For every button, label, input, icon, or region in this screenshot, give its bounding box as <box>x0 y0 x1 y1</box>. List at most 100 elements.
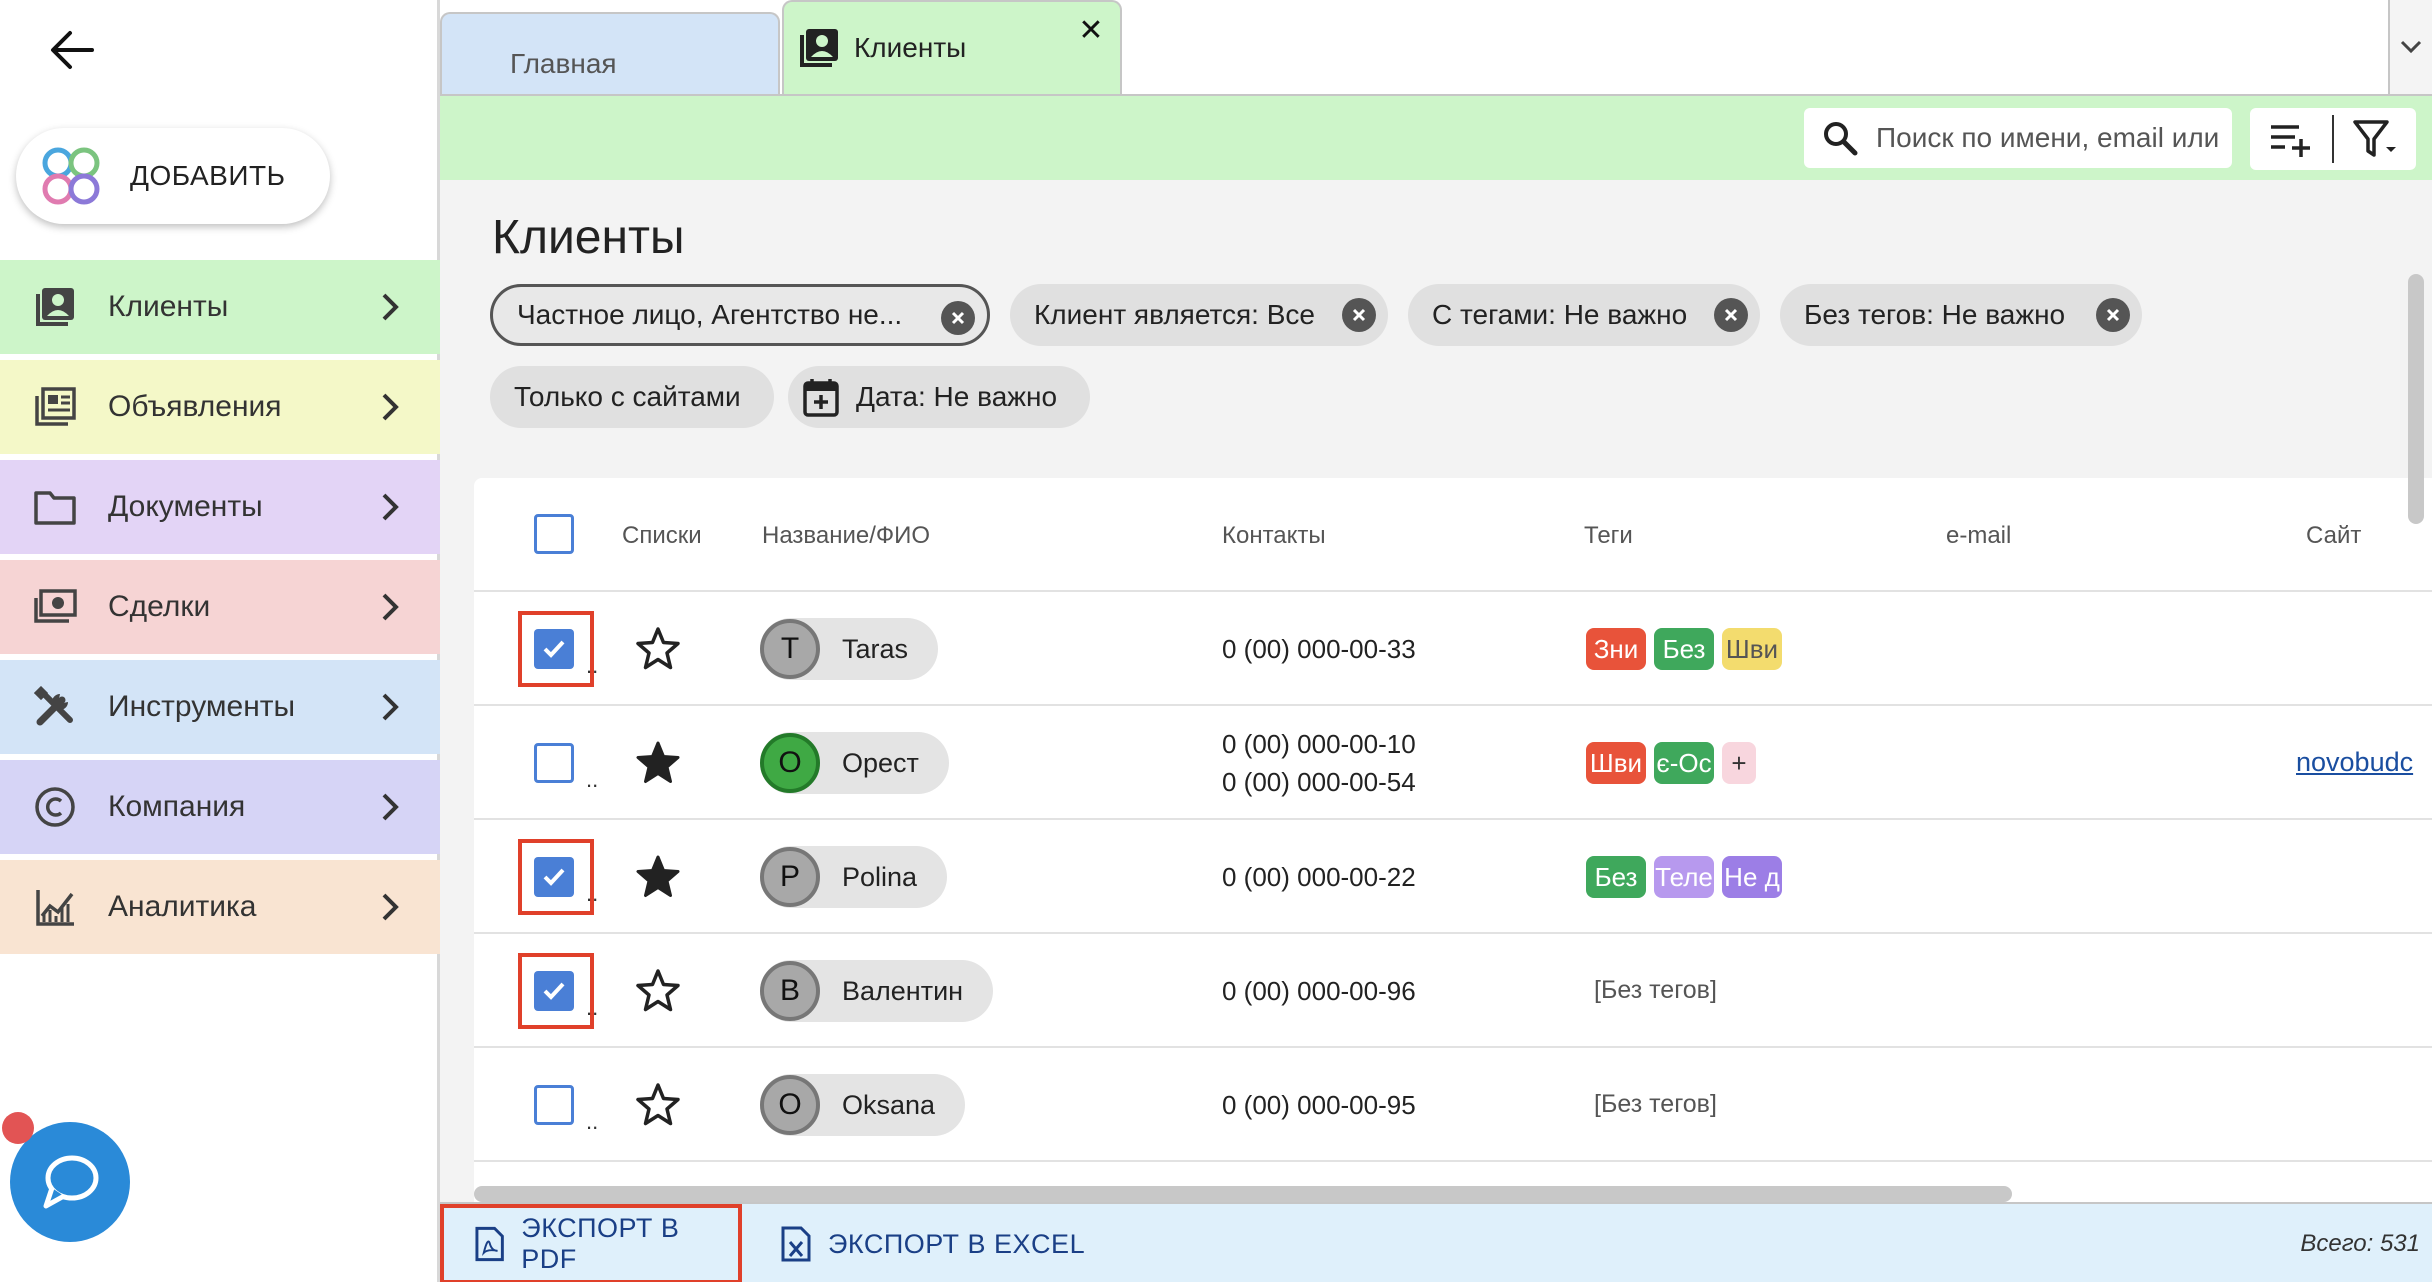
folder-icon <box>32 484 78 530</box>
filter-chip-without-tags[interactable]: Без тегов: Не важно <box>1780 284 2142 346</box>
search-input[interactable] <box>1876 122 2226 154</box>
sidebar-item-company[interactable]: Компания <box>0 760 440 854</box>
star-outline-icon[interactable] <box>634 967 682 1015</box>
client-name-pill[interactable]: T Taras <box>760 618 939 680</box>
tag-badge[interactable]: Зни <box>1586 628 1646 670</box>
filter-chip-sites-only[interactable]: Только с сайтами <box>490 366 774 428</box>
client-name: Валентин <box>842 975 964 1006</box>
sidebar-item-tools[interactable]: Инструменты <box>0 660 440 754</box>
sidebar-item-clients[interactable]: Клиенты <box>0 260 440 354</box>
row-lists-indicator: .. <box>586 767 599 792</box>
sidebar-item-deals[interactable]: Сделки <box>0 560 440 654</box>
client-name-pill[interactable]: В Валентин <box>760 960 994 1022</box>
add-button[interactable]: ДОБАВИТЬ <box>16 128 330 224</box>
star-filled-icon[interactable] <box>634 739 682 787</box>
site-link[interactable]: novobudc <box>2296 747 2413 778</box>
phone-number: 0 (00) 000-00-54 <box>1222 767 1416 797</box>
sidebar-item-label: Объявления <box>108 390 282 423</box>
tab-label: Клиенты <box>854 32 967 63</box>
client-name-pill[interactable]: P Polina <box>760 846 948 908</box>
filter-chip-client-is[interactable]: Клиент является: Все <box>1010 284 1388 346</box>
sidebar-item-label: Документы <box>108 490 263 523</box>
phone-number: 0 (00) 000-00-33 <box>1222 634 1416 664</box>
star-outline-icon[interactable] <box>634 625 682 673</box>
chevron-down-icon <box>2400 40 2422 54</box>
vertical-scrollbar[interactable] <box>2408 274 2424 524</box>
phone-number: 0 (00) 000-00-22 <box>1222 862 1416 892</box>
filter-chip-client-type[interactable]: Частное лицо, Агентство не... <box>490 284 990 346</box>
chip-label: С тегами: Не важно <box>1432 299 1688 330</box>
avatar: O <box>760 1075 820 1135</box>
close-icon[interactable] <box>1342 298 1376 332</box>
sidebar-item-label: Аналитика <box>108 890 257 923</box>
table-row[interactable]: .. O Oksana 0 (00) 000-00-95 [Без тегов] <box>474 1048 2432 1162</box>
table-row[interactable]: .. T Taras 0 (00) 000-00-33 Зни Без Шви <box>474 592 2432 706</box>
column-header-email[interactable]: e-mail <box>1946 522 2011 550</box>
column-header-site[interactable]: Сайт <box>2306 522 2361 550</box>
tabs-menu-button[interactable] <box>2388 0 2432 94</box>
copyright-icon <box>32 784 78 830</box>
table-row[interactable]: .. О Орест 0 (00) 000-00-10 0 (00) 000-00-54… <box>474 706 2432 820</box>
tab-label: Главная <box>510 48 617 79</box>
close-icon[interactable] <box>2096 298 2130 332</box>
filter-chip-date[interactable]: Дата: Не важно <box>788 366 1090 428</box>
sidebar-item-analytics[interactable]: Аналитика <box>0 860 440 954</box>
table-row[interactable]: .. P Polina 0 (00) 000-00-22 Без Теле Не д <box>474 820 2432 934</box>
sidebar-item-label: Сделки <box>108 590 211 623</box>
row-checkbox[interactable] <box>534 1085 574 1125</box>
tag-badge[interactable]: Без <box>1586 856 1646 898</box>
horizontal-scrollbar[interactable] <box>474 1186 2012 1202</box>
row-checkbox[interactable] <box>534 743 574 783</box>
back-button[interactable] <box>40 18 104 82</box>
star-filled-icon[interactable] <box>634 853 682 901</box>
client-tags: Зни Без Шви <box>1586 628 1790 670</box>
chip-label: Частное лицо, Агентство не... <box>517 299 903 330</box>
toolbar <box>440 94 2432 180</box>
column-header-name[interactable]: Название/ФИО <box>762 522 930 550</box>
chip-label: Дата: Не важно <box>856 381 1058 412</box>
sidebar-item-documents[interactable]: Документы <box>0 460 440 554</box>
column-header-tags[interactable]: Теги <box>1584 522 1633 550</box>
client-name-pill[interactable]: O Oksana <box>760 1074 966 1136</box>
export-pdf-button[interactable]: ЭКСПОРТ В PDF <box>440 1204 742 1282</box>
client-tags: Шви є-Ос + <box>1586 742 1764 784</box>
tag-badge[interactable]: Теле <box>1654 856 1714 898</box>
column-header-contacts[interactable]: Контакты <box>1222 522 1326 550</box>
row-checkbox[interactable] <box>534 629 574 669</box>
chip-label: Только с сайтами <box>514 381 741 412</box>
tag-badge[interactable]: Шви <box>1722 628 1782 670</box>
tag-badge[interactable]: Не д <box>1722 856 1782 898</box>
row-checkbox[interactable] <box>534 971 574 1011</box>
contacts-icon <box>800 29 838 67</box>
close-icon[interactable] <box>941 301 975 335</box>
sidebar-item-listings[interactable]: Объявления <box>0 360 440 454</box>
filter-chip-with-tags[interactable]: С тегами: Не важно <box>1408 284 1760 346</box>
filter-button[interactable] <box>2334 108 2416 170</box>
tag-badge[interactable]: + <box>1722 742 1756 784</box>
tab-clients[interactable]: Клиенты ✕ <box>782 0 1122 94</box>
add-filter-button[interactable] <box>2250 108 2332 170</box>
close-icon[interactable]: ✕ <box>1076 16 1106 46</box>
close-icon[interactable] <box>1714 298 1748 332</box>
clients-table: Списки Название/ФИО Контакты Теги e-mail… <box>474 478 2432 1202</box>
chevron-right-icon <box>382 593 399 621</box>
row-checkbox[interactable] <box>534 857 574 897</box>
tag-badge[interactable]: Без <box>1654 628 1714 670</box>
client-name-pill[interactable]: О Орест <box>760 732 949 794</box>
tag-badge[interactable]: є-Ос <box>1654 742 1714 784</box>
column-header-lists[interactable]: Списки <box>622 522 702 550</box>
listings-icon <box>32 384 78 430</box>
sidebar-item-label: Инструменты <box>108 690 296 723</box>
chip-label: Без тегов: Не важно <box>1804 299 2066 330</box>
filter-icon <box>2353 120 2396 157</box>
select-all-checkbox[interactable] <box>534 514 574 554</box>
table-row[interactable]: .. В Валентин 0 (00) 000-00-96 [Без тегов] <box>474 934 2432 1048</box>
star-outline-icon[interactable] <box>634 1081 682 1129</box>
tab-home[interactable]: Главная <box>440 12 780 94</box>
tab-bar: Главная Клиенты ✕ <box>440 0 2432 94</box>
avatar: P <box>760 847 820 907</box>
avatar: T <box>760 619 820 679</box>
tag-badge[interactable]: Шви <box>1586 742 1646 784</box>
export-excel-button[interactable]: ЭКСПОРТ В EXCEL <box>780 1204 1085 1282</box>
sidebar: ДОБАВИТЬ Клиенты Объявления Документы Сд… <box>0 0 440 1282</box>
